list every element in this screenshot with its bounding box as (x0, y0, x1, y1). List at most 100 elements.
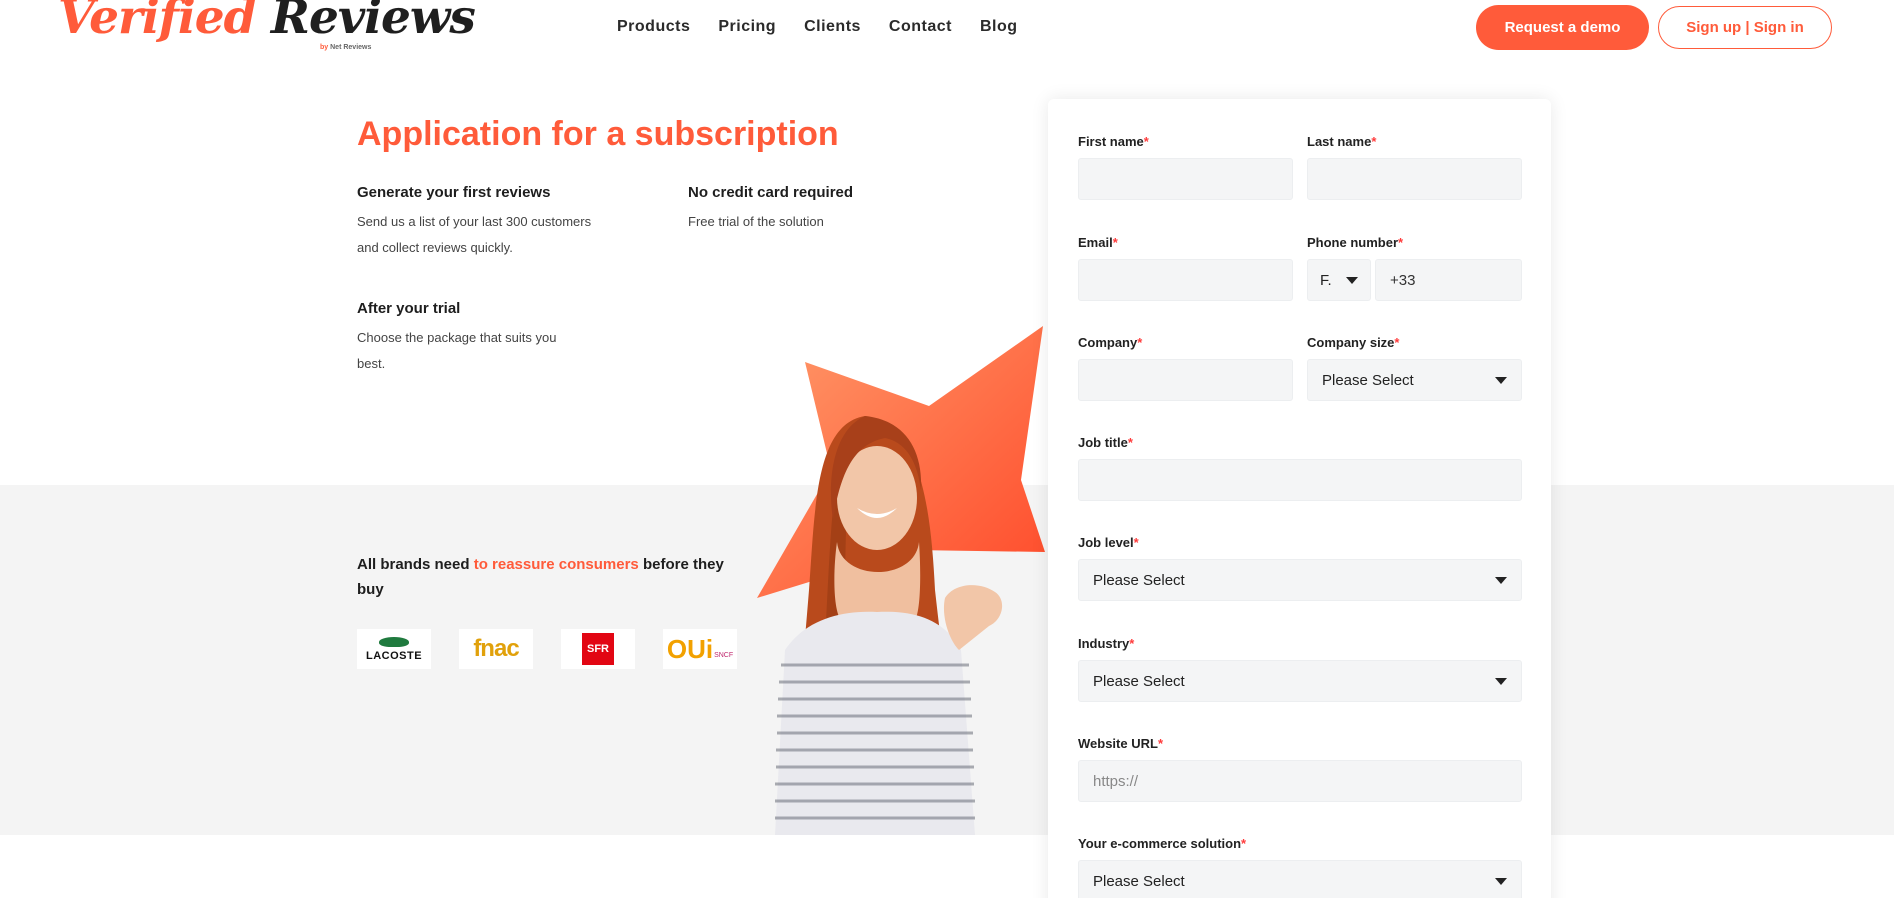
oui-sncf-logo: OUi SNCF (663, 629, 737, 669)
subscription-form: First name* Last name* Email* Phone numb… (1048, 99, 1551, 898)
logo-verified: Verified (58, 0, 257, 45)
industry-label: Industry* (1078, 636, 1522, 652)
fnac-logo-text: fnac (473, 635, 519, 662)
feature-text: Free trial of the solution (688, 214, 824, 229)
website-label: Website URL* (1078, 736, 1522, 752)
brands-text-before: All brands need (357, 556, 474, 573)
required-asterisk: * (1112, 235, 1118, 250)
logo-by: by (320, 44, 329, 51)
sfr-logo-text: SFR (587, 643, 609, 655)
sfr-logo: SFR (561, 629, 635, 669)
sfr-logo-box: SFR (582, 633, 614, 665)
crocodile-icon (379, 636, 409, 647)
nav-clients[interactable]: Clients (804, 18, 861, 36)
ecommerce-select[interactable]: Please Select (1078, 860, 1522, 898)
industry-field: Industry* Please Select (1078, 636, 1522, 702)
oui-logo-text: OUi (666, 633, 714, 664)
last-name-field: Last name* (1307, 134, 1522, 200)
request-demo-button[interactable]: Request a demo (1476, 5, 1649, 50)
ecommerce-field: Your e-commerce solution* Please Select (1078, 836, 1522, 898)
website-label-text: Website URL (1078, 736, 1158, 751)
job-title-input[interactable] (1078, 459, 1522, 501)
phone-country-value: F. (1320, 271, 1332, 289)
required-asterisk: * (1137, 335, 1143, 350)
logo-reviews: Reviews (270, 0, 476, 45)
last-name-label: Last name* (1307, 134, 1522, 150)
company-size-label-text: Company size (1307, 335, 1395, 350)
ecommerce-label: Your e-commerce solution* (1078, 836, 1522, 852)
required-asterisk: * (1127, 435, 1133, 450)
chevron-down-icon (1346, 276, 1358, 284)
ecommerce-value: Please Select (1093, 872, 1185, 890)
hero-image (745, 320, 1045, 835)
phone-label: Phone number* (1307, 235, 1522, 251)
first-name-label: First name* (1078, 134, 1293, 150)
job-title-label: Job title* (1078, 435, 1522, 451)
sncf-logo-text: SNCF (714, 652, 734, 659)
phone-label-text: Phone number (1307, 235, 1399, 250)
email-label-text: Email (1078, 235, 1113, 250)
required-asterisk: * (1394, 335, 1400, 350)
chevron-down-icon (1495, 576, 1507, 584)
job-level-label: Job level* (1078, 535, 1522, 551)
phone-field: Phone number* F. (1307, 235, 1522, 301)
chevron-down-icon (1495, 376, 1507, 384)
required-asterisk: * (1133, 535, 1139, 550)
feature-title: Generate your first reviews (357, 184, 551, 201)
sign-up-sign-in-button[interactable]: Sign up | Sign in (1658, 6, 1832, 49)
fnac-logo: fnac (459, 629, 533, 669)
logo-wordmark: Verified Reviews (58, 0, 476, 45)
required-asterisk: * (1371, 134, 1377, 149)
feature-first-reviews: Generate your first reviews Send us a li… (357, 184, 607, 261)
job-title-field: Job title* (1078, 435, 1522, 501)
last-name-label-text: Last name (1307, 134, 1372, 149)
email-label: Email* (1078, 235, 1293, 251)
nav-contact[interactable]: Contact (889, 18, 952, 36)
phone-row: F. (1307, 259, 1522, 301)
email-field: Email* (1078, 235, 1293, 301)
logo[interactable]: Verified Reviews by Net Reviews (58, 0, 476, 56)
logo-net-reviews: Net Reviews (330, 44, 372, 51)
company-size-value: Please Select (1322, 371, 1414, 389)
first-name-label-text: First name (1078, 134, 1144, 149)
main-nav: Products Pricing Clients Contact Blog (617, 18, 1018, 36)
thumb-hand (943, 585, 1003, 650)
feature-text: Send us a list of your last 300 customer… (357, 214, 592, 255)
industry-value: Please Select (1093, 672, 1185, 690)
industry-select[interactable]: Please Select (1078, 660, 1522, 702)
nav-pricing[interactable]: Pricing (718, 18, 776, 36)
website-url-input[interactable] (1078, 760, 1522, 802)
last-name-input[interactable] (1307, 158, 1522, 200)
job-level-select[interactable]: Please Select (1078, 559, 1522, 601)
first-name-field: First name* (1078, 134, 1293, 200)
company-size-field: Company size* Please Select (1307, 335, 1522, 401)
brands-text-highlight: to reassure consumers (473, 556, 639, 573)
industry-label-text: Industry (1078, 636, 1130, 651)
email-input[interactable] (1078, 259, 1293, 301)
job-level-value: Please Select (1093, 571, 1185, 589)
required-asterisk: * (1398, 235, 1404, 250)
job-title-label-text: Job title (1078, 435, 1128, 450)
feature-title: After your trial (357, 300, 461, 317)
ecommerce-label-text: Your e-commerce solution (1078, 836, 1242, 851)
phone-number-input[interactable] (1375, 259, 1522, 301)
website-field: Website URL* (1078, 736, 1522, 802)
company-label-text: Company (1078, 335, 1138, 350)
logo-subtitle: by Net Reviews (320, 44, 371, 51)
company-label: Company* (1078, 335, 1293, 351)
phone-country-select[interactable]: F. (1307, 259, 1371, 301)
feature-title: No credit card required (688, 184, 854, 201)
first-name-input[interactable] (1078, 158, 1293, 200)
hero-illustration (757, 326, 1045, 835)
nav-blog[interactable]: Blog (980, 18, 1018, 36)
company-input[interactable] (1078, 359, 1293, 401)
page: Verified Reviews by Net Reviews Products… (0, 0, 1894, 898)
chevron-down-icon (1495, 877, 1507, 885)
nav-products[interactable]: Products (617, 18, 690, 36)
lacoste-logo-text: LACOSTE (365, 649, 423, 662)
company-size-select[interactable]: Please Select (1307, 359, 1522, 401)
job-level-field: Job level* Please Select (1078, 535, 1522, 601)
company-field: Company* (1078, 335, 1293, 401)
required-asterisk: * (1143, 134, 1149, 149)
required-asterisk: * (1157, 736, 1163, 751)
